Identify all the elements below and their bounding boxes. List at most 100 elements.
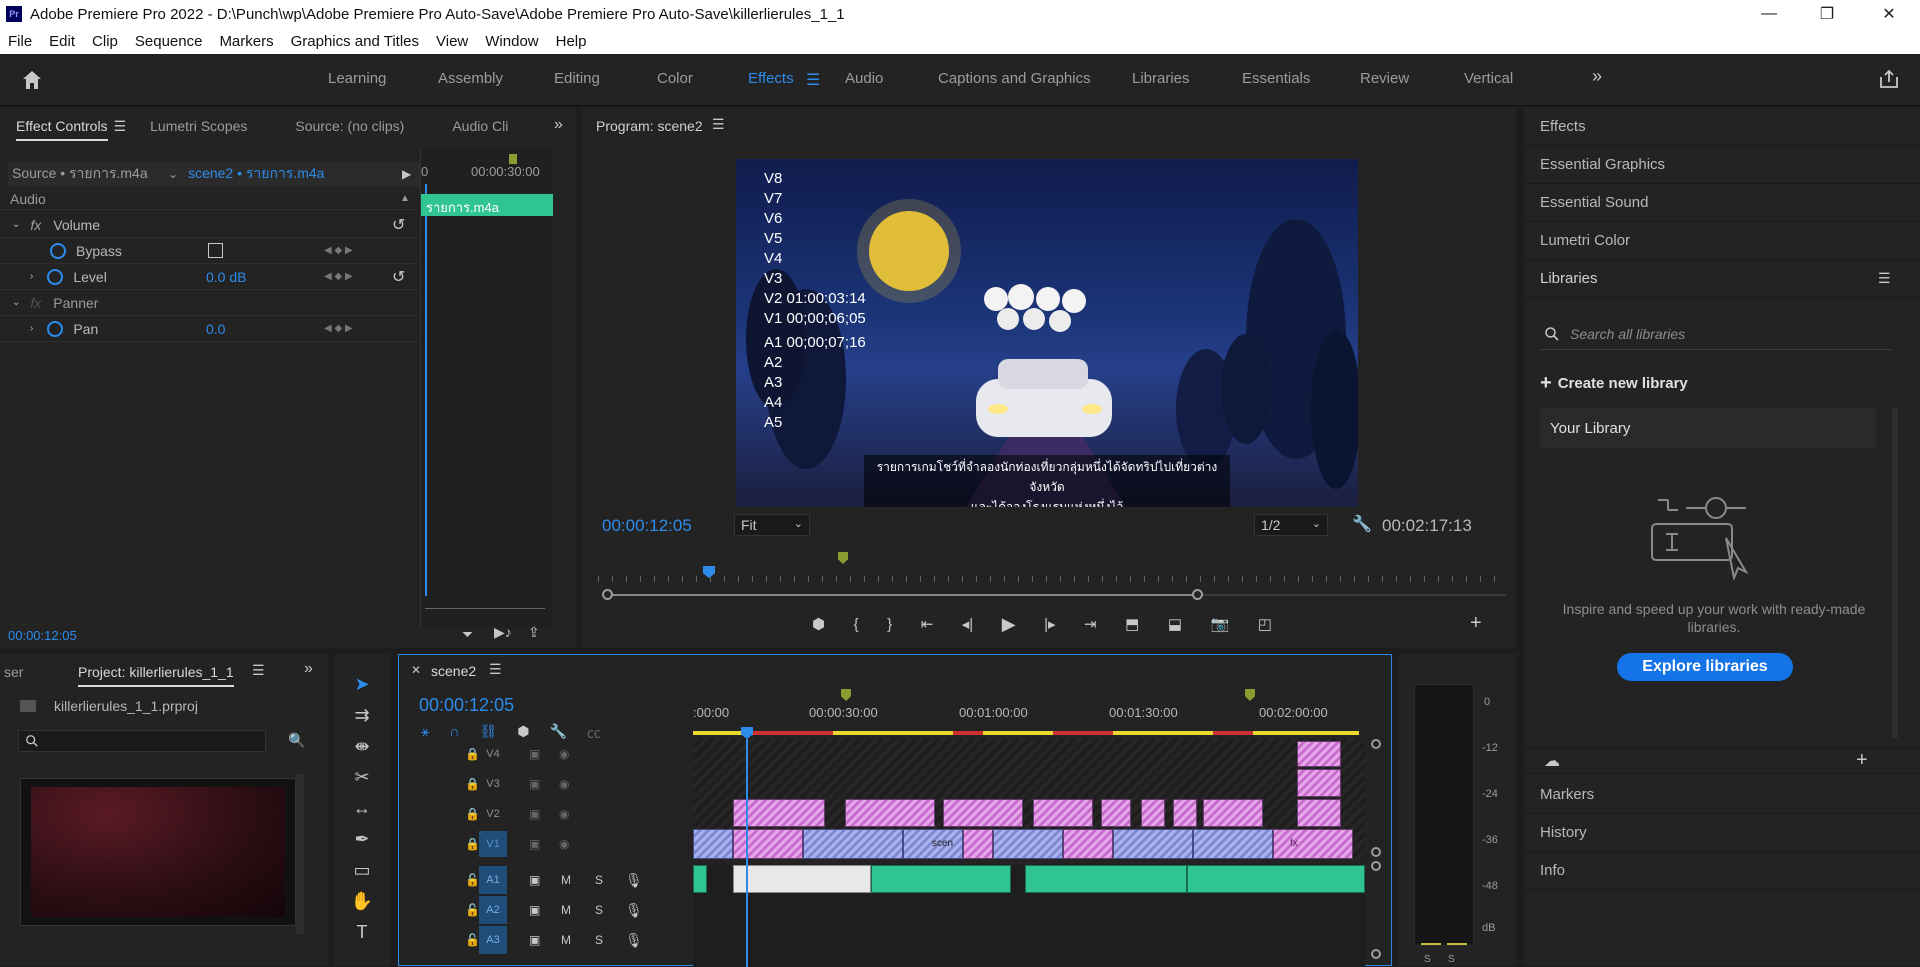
microphone-icon[interactable]: 🎙 [625,902,643,919]
sync-lock-icon[interactable]: ▣ [529,777,540,791]
audio-clip-a1[interactable] [1025,865,1187,893]
explore-libraries-button[interactable]: Explore libraries [1617,653,1793,681]
workspace-libraries[interactable]: Libraries [1132,70,1190,87]
marker-icon[interactable] [841,689,851,701]
menu-markers[interactable]: Markers [211,33,282,50]
workspace-effects[interactable]: Effects [748,70,794,87]
close-tab-icon[interactable]: ✕ [411,663,421,677]
video-clip-v1[interactable] [803,829,903,859]
keyframe-nav-icon[interactable]: ◀ ◆ ▶ [324,271,353,282]
video-clip-v1[interactable] [1063,829,1113,859]
panel-effects[interactable]: Effects [1524,108,1920,146]
level-value[interactable]: 0.0 dB [206,269,246,285]
workspace-essentials[interactable]: Essentials [1242,70,1310,87]
video-clip-v2[interactable] [1203,799,1263,827]
workspace-menu-icon[interactable]: ☰ [806,70,820,90]
timeline-playhead[interactable] [746,739,748,967]
video-clip-v1[interactable] [993,829,1063,859]
add-button-icon[interactable]: + [1470,612,1482,635]
disclosure-closed-icon[interactable]: › [30,271,33,282]
audio-clip-a1[interactable] [693,865,707,893]
menu-window[interactable]: Window [477,33,547,50]
pen-tool-icon[interactable]: ✒ [354,829,369,850]
resolution-select[interactable]: 1/2 ⌄ [1254,514,1328,536]
workspace-editing[interactable]: Editing [554,70,600,87]
solo-button[interactable]: S [595,873,603,887]
eye-icon[interactable]: ◉ [559,747,569,761]
extract-icon[interactable]: ⬓ [1168,615,1182,633]
panel-essential-graphics[interactable]: Essential Graphics [1524,146,1920,184]
create-library-button[interactable]: + Create new library [1540,372,1688,395]
pan-value[interactable]: 0.0 [206,321,225,337]
more-workspaces-icon[interactable]: » [1592,66,1602,87]
panel-essential-sound[interactable]: Essential Sound [1524,184,1920,222]
chevron-down-icon[interactable]: ⌄ [168,167,178,181]
timeline-ruler[interactable]: :00:00 00:00:30:00 00:01:00:00 00:01:30:… [693,689,1365,735]
stopwatch-icon[interactable] [47,320,64,337]
panel-menu-icon[interactable]: ☰ [114,118,127,135]
eye-icon[interactable]: ◉ [559,777,569,791]
workspace-learning[interactable]: Learning [328,70,386,87]
mute-button[interactable]: M [561,933,571,947]
hand-tool-icon[interactable]: ✋ [351,891,373,912]
sync-lock-icon[interactable]: ▣ [529,747,540,761]
type-tool-icon[interactable]: T [357,922,368,943]
project-thumbnail[interactable] [20,778,296,926]
go-to-out-icon[interactable]: ⇥ [1084,615,1097,633]
scrollbar[interactable] [1892,408,1898,738]
vertical-scrollbar[interactable] [1369,739,1381,959]
audio-clip-a1[interactable] [871,865,1011,893]
playhead[interactable] [425,184,427,596]
video-clip-v1[interactable] [1193,829,1273,859]
effect-controls-timecode[interactable]: 00:00:12:05 [8,628,77,643]
menu-graphics-and-titles[interactable]: Graphics and Titles [283,33,428,50]
zoom-scrollbar[interactable] [425,608,545,609]
compare-view-icon[interactable]: ◰ [1258,615,1272,633]
tab-media-browser[interactable]: ser [4,664,23,680]
sync-lock-icon[interactable]: ▣ [529,807,540,821]
sync-lock-icon[interactable]: ▣ [529,903,540,917]
sequence-label[interactable]: scene2 • รายการ.m4a [188,163,324,185]
panel-history[interactable]: History [1524,814,1920,852]
tab-project[interactable]: Project: killerlierules_1_1 [78,664,234,687]
library-search[interactable]: Search all libraries [1540,318,1892,350]
panel-menu-icon[interactable]: ☰ [712,116,725,133]
timeline-playhead-head[interactable] [741,727,753,739]
sync-lock-icon[interactable]: ▣ [529,837,540,851]
marker-icon[interactable] [838,552,848,564]
video-clip-v2[interactable] [1033,799,1093,827]
panel-lumetri-color[interactable]: Lumetri Color [1524,222,1920,260]
minimize-button[interactable]: — [1740,0,1798,28]
zoom-select[interactable]: Fit ⌄ [734,514,810,536]
close-button[interactable]: ✕ [1860,0,1918,28]
panel-markers[interactable]: Markers [1524,776,1920,814]
tab-source[interactable]: Source: (no clips) [261,118,418,134]
sync-lock-icon[interactable]: ▣ [529,873,540,887]
rectangle-tool-icon[interactable]: ▭ [353,860,370,881]
microphone-icon[interactable]: 🎙 [625,872,643,889]
solo-button[interactable]: S [595,903,603,917]
track-header-a1[interactable]: 🔓 A1 ▣ M S 🎙 [399,865,693,895]
ripple-edit-tool-icon[interactable]: ⇼ [354,736,369,757]
scrollbar[interactable] [296,774,304,934]
disclosure-closed-icon[interactable]: › [30,323,33,334]
sync-lock-icon[interactable]: ▣ [529,933,540,947]
stopwatch-icon[interactable] [47,268,64,285]
solo-button[interactable]: S [595,933,603,947]
menu-clip[interactable]: Clip [84,33,127,50]
eye-icon[interactable]: ◉ [559,807,569,821]
track-header-a2[interactable]: 🔓 A2 ▣ M S 🎙 [399,895,693,925]
solo-right-button[interactable]: S [1448,954,1455,965]
panel-info[interactable]: Info [1524,852,1920,890]
collapse-icon[interactable]: ▲ [400,193,410,204]
play-only-icon[interactable]: ▶ [402,167,411,181]
mute-button[interactable]: M [561,873,571,887]
workspace-vertical[interactable]: Vertical [1464,70,1513,87]
timeline-timecode[interactable]: 00:00:12:05 [419,695,514,716]
play-audio-icon[interactable]: ▶♪ [494,624,512,641]
track-header-v4[interactable]: 🔒 V4 ▣ ◉ [399,739,693,769]
track-header-v3[interactable]: 🔒 V3 ▣ ◉ [399,769,693,799]
mark-out-icon[interactable]: } [887,616,892,633]
track-header-v1[interactable]: 🔒 V1 ▣ ◉ [399,829,693,859]
video-clip-v2[interactable] [1297,799,1341,827]
